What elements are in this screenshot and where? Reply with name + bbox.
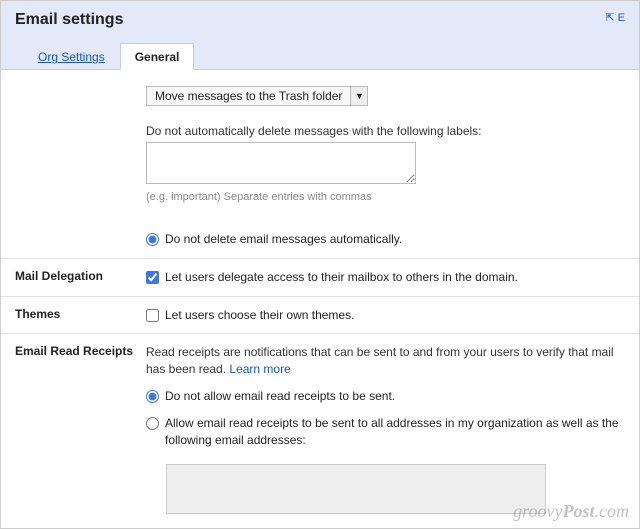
row-read-receipts: Email Read Receipts Read receipts are no… — [1, 333, 639, 527]
tab-org-settings[interactable]: Org Settings — [23, 43, 120, 69]
expand-link[interactable]: E — [605, 11, 625, 24]
receipts-option-none[interactable]: Do not allow email read receipts to be s… — [146, 388, 625, 405]
themes-checkbox[interactable] — [146, 309, 159, 322]
receipts-addresses-textarea — [166, 464, 546, 514]
tab-strip: Org Settings General — [23, 43, 625, 69]
no-delete-option[interactable]: Do not delete email messages automatical… — [146, 231, 625, 248]
no-delete-radio[interactable] — [146, 233, 159, 246]
watermark: groovyPost.com — [513, 501, 629, 522]
select-value: Move messages to the Trash folder — [147, 89, 350, 103]
row-auto-delete: Move messages to the Trash folder ▼ Do n… — [1, 70, 639, 258]
themes-option[interactable]: Let users choose their own themes. — [146, 307, 625, 324]
labels-textarea[interactable] — [146, 142, 416, 184]
receipts-none-label: Do not allow email read receipts to be s… — [165, 388, 395, 405]
tab-general[interactable]: General — [120, 43, 195, 70]
content-area: Move messages to the Trash folder ▼ Do n… — [1, 70, 639, 527]
receipts-description: Read receipts are notifications that can… — [146, 344, 625, 378]
row-label-receipts: Email Read Receipts — [1, 334, 146, 527]
labels-hint: (e.g. important) Separate entries with c… — [146, 191, 625, 203]
delegation-checkbox[interactable] — [146, 271, 159, 284]
receipts-radio-none[interactable] — [146, 390, 159, 403]
delegation-option[interactable]: Let users delegate access to their mailb… — [146, 269, 625, 286]
delegation-label: Let users delegate access to their mailb… — [165, 269, 518, 286]
learn-more-link[interactable]: Learn more — [229, 362, 290, 376]
receipts-option-all[interactable]: Allow email read receipts to be sent to … — [146, 415, 625, 449]
row-label-themes: Themes — [1, 297, 146, 334]
row-mail-delegation: Mail Delegation Let users delegate acces… — [1, 258, 639, 296]
receipts-all-label: Allow email read receipts to be sent to … — [165, 415, 625, 449]
action-select[interactable]: Move messages to the Trash folder ▼ — [146, 86, 368, 106]
chevron-down-icon: ▼ — [350, 87, 367, 105]
header-bar: Email settings E Org Settings General — [1, 1, 639, 70]
row-label-empty — [1, 70, 146, 258]
no-delete-label: Do not delete email messages automatical… — [165, 231, 402, 248]
themes-label: Let users choose their own themes. — [165, 307, 354, 324]
row-label-delegation: Mail Delegation — [1, 259, 146, 296]
row-themes: Themes Let users choose their own themes… — [1, 296, 639, 334]
labels-prompt: Do not automatically delete messages wit… — [146, 124, 625, 138]
page-title: Email settings — [15, 11, 123, 29]
receipts-radio-all[interactable] — [146, 417, 159, 430]
